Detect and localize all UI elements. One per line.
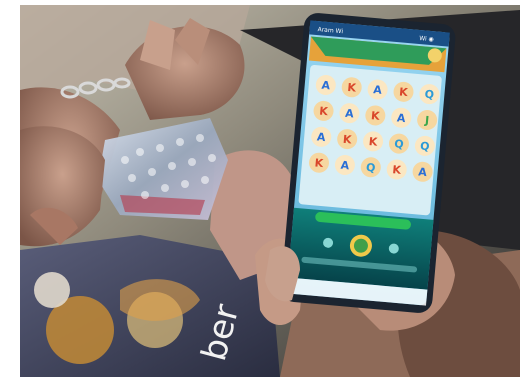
reel-symbol: K bbox=[319, 105, 329, 119]
reel-symbol: K bbox=[392, 163, 402, 177]
reel-symbol: A bbox=[316, 130, 326, 144]
smartphone: Aram Wi Wi ◉ A K A K QK A K A JA K K Q QK A Q K A bbox=[280, 13, 456, 313]
game-footer bbox=[287, 207, 434, 290]
reel-symbol: Q bbox=[366, 161, 376, 175]
reel-symbol: A bbox=[396, 111, 406, 125]
phone-screen: Aram Wi Wi ◉ A K A K QK A K A JA K K Q QK A Q K A bbox=[286, 20, 450, 306]
photo-scene: ber Aram Wi Wi ◉ A K A K QK A K A JA K K… bbox=[0, 0, 529, 382]
reel-symbol: K bbox=[368, 135, 378, 149]
status-indicators: Wi ◉ bbox=[419, 35, 434, 43]
reel-symbol: A bbox=[373, 83, 383, 97]
reel-symbol: Q bbox=[394, 137, 404, 151]
reel-symbol: A bbox=[418, 165, 428, 179]
reel-symbol: K bbox=[314, 156, 324, 170]
photo-area: ber Aram Wi Wi ◉ A K A K QK A K A JA K K… bbox=[20, 5, 520, 377]
reel-symbol: A bbox=[345, 107, 355, 121]
reel-symbol: K bbox=[347, 81, 357, 95]
reel-symbol: A bbox=[340, 159, 350, 173]
reel-symbol: K bbox=[342, 133, 352, 147]
reel-symbol: K bbox=[370, 109, 380, 123]
reel-symbol: A bbox=[321, 79, 331, 93]
reel-symbol: K bbox=[399, 85, 409, 99]
reel-symbol: Q bbox=[420, 139, 430, 153]
reel-symbol: Q bbox=[424, 88, 434, 102]
